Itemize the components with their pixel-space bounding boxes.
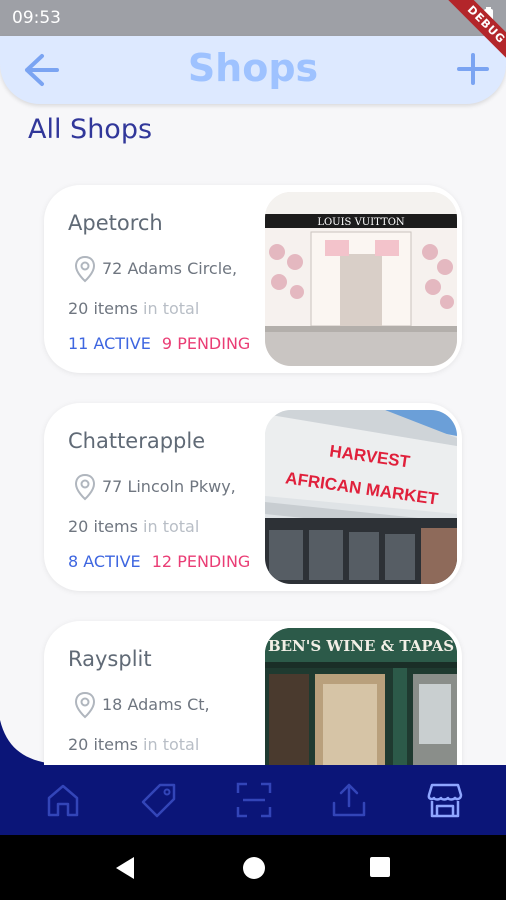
shop-address: 18 Adams Ct, xyxy=(102,695,210,714)
location-pin-icon xyxy=(74,255,96,283)
tag-icon[interactable] xyxy=(140,781,178,819)
items-count: 20 items xyxy=(68,517,138,536)
shop-address: 77 Lincoln Pkwy, xyxy=(102,477,236,496)
active-count: 8 ACTIVE xyxy=(68,552,141,571)
pending-count: 9 PENDING xyxy=(161,334,251,353)
shop-status: 8 ACTIVE 12 PENDING xyxy=(68,552,250,571)
plus-icon[interactable] xyxy=(456,52,490,86)
items-total: 20 items in total xyxy=(68,299,199,318)
items-suffix: in total xyxy=(137,735,200,754)
store-sign: BEN'S WINE & TAPAS xyxy=(268,637,454,655)
system-home-icon[interactable] xyxy=(243,857,265,879)
items-count: 20 items xyxy=(68,735,138,754)
active-count: 11 ACTIVE xyxy=(68,334,151,353)
upload-icon[interactable] xyxy=(330,781,368,819)
shop-card[interactable]: Chatterapple 77 Lincoln Pkwy, 20 items i… xyxy=(44,403,462,591)
shop-name: Chatterapple xyxy=(68,429,206,453)
shop-card[interactable]: Apetorch 72 Adams Circle, 20 items in to… xyxy=(44,185,462,373)
location-pin-icon xyxy=(74,691,96,719)
pending-count: 12 PENDING xyxy=(151,552,251,571)
shop-image: HARVEST AFRICAN MARKET xyxy=(265,410,457,584)
section-title: All Shops xyxy=(28,114,153,145)
items-count: 20 items xyxy=(68,299,138,318)
store-sign: LOUIS VUITTON xyxy=(317,217,405,228)
scan-icon[interactable] xyxy=(235,781,273,819)
location-pin-icon xyxy=(74,473,96,501)
items-suffix: in total xyxy=(137,299,200,318)
items-total: 20 items in total xyxy=(68,517,199,536)
system-nav-bar xyxy=(0,835,506,900)
shop-name: Raysplit xyxy=(68,647,152,671)
shop-status: 11 ACTIVE 9 PENDING xyxy=(68,334,250,353)
items-suffix: in total xyxy=(137,517,200,536)
system-back-icon[interactable] xyxy=(116,857,136,879)
page-title: Shops xyxy=(187,46,319,90)
items-total: 20 items in total xyxy=(68,735,199,754)
home-icon[interactable] xyxy=(44,781,82,819)
status-bar: 09:53 xyxy=(0,0,506,36)
shop-address: 72 Adams Circle, xyxy=(102,259,238,278)
system-recents-icon[interactable] xyxy=(370,857,390,877)
shop-image: LOUIS VUITTON xyxy=(265,192,457,366)
status-time: 09:53 xyxy=(12,8,61,28)
shop-name: Apetorch xyxy=(68,211,163,235)
store-icon[interactable] xyxy=(426,781,464,819)
bottom-nav xyxy=(0,765,506,835)
app-bar: Shops xyxy=(0,36,506,104)
